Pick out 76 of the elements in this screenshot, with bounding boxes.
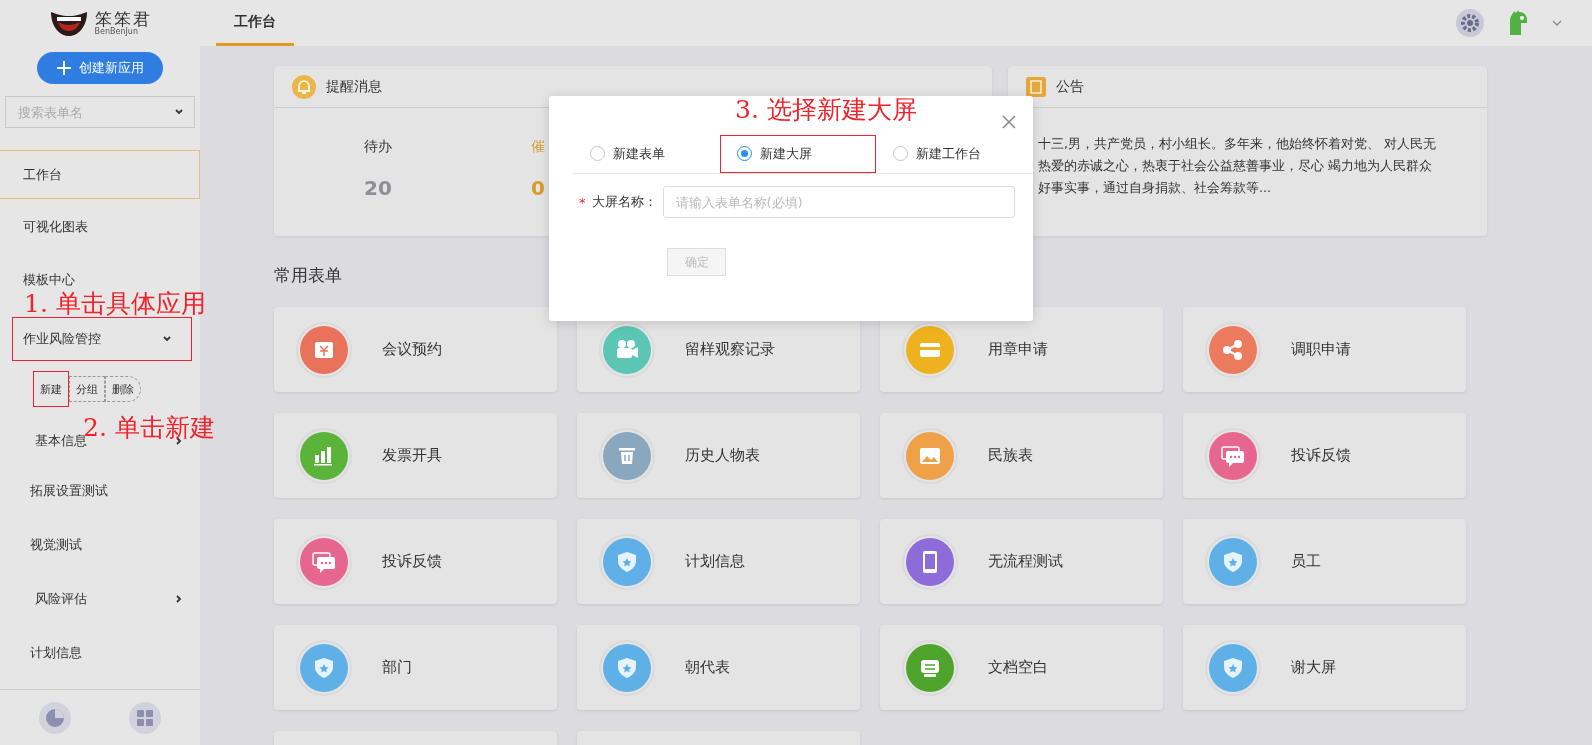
sidebar-item[interactable]: 模板中心: [23, 271, 75, 289]
logo-subtitle: BenBenJun: [94, 27, 139, 36]
caret-down-icon[interactable]: [1552, 19, 1562, 27]
radio-option[interactable]: 新建工作台: [876, 134, 1033, 173]
form-tile[interactable]: 投诉反馈: [1183, 413, 1466, 498]
field-label: 大屏名称：: [591, 193, 657, 211]
tile-label: 朝代表: [685, 658, 730, 677]
tile-label: 发票开具: [382, 446, 442, 465]
grid-icon[interactable]: [129, 701, 161, 734]
form-tile[interactable]: 无流程测试: [880, 519, 1163, 604]
tile-label: 计划信息: [685, 552, 745, 571]
form-tile[interactable]: 员工: [1183, 519, 1466, 604]
settings-icon[interactable]: [1456, 9, 1484, 37]
tile-label: 无流程测试: [988, 552, 1063, 571]
form-tile[interactable]: 部门: [274, 625, 557, 710]
stat-label: 催: [531, 138, 545, 156]
stat-value: 0: [531, 176, 545, 200]
tile-label: 民族表: [988, 446, 1033, 465]
tile-label: 部门: [382, 658, 412, 677]
sidebar-action-button[interactable]: 删除: [105, 376, 141, 402]
announcement-text: 十三,男，共产党员，村小组长。多年来，他始终怀着对党、 对人民无: [1038, 135, 1437, 153]
sidebar-subitem[interactable]: 基本信息: [35, 432, 87, 450]
form-tile[interactable]: 文档空白: [880, 625, 1163, 710]
form-tile[interactable]: 投诉反馈: [274, 519, 557, 604]
sidebar-subitem[interactable]: 计划信息: [30, 644, 82, 662]
stat-label: 待办: [364, 138, 392, 156]
form-tile[interactable]: 调职申请: [1183, 307, 1466, 392]
announcement-text: 好事实事，通过自身捐款、社会筹款等...: [1038, 179, 1272, 197]
sidebar-subitem[interactable]: 拓展设置测试: [30, 482, 108, 500]
workbench-tab[interactable]: 工作台: [216, 0, 294, 46]
tile-label: 用章申请: [988, 340, 1048, 359]
tile-label: 会议预约: [382, 340, 442, 359]
tile-label: 历史人物表: [685, 446, 760, 465]
tile-label: 文档空白: [988, 658, 1048, 677]
required-mark: *: [579, 194, 586, 210]
form-tile[interactable]: 会议预约: [274, 307, 557, 392]
sidebar-action-button[interactable]: 分组: [69, 376, 105, 402]
tile-label: 谢大屏: [1291, 658, 1336, 677]
form-tile[interactable]: 朝代表: [577, 625, 860, 710]
card-title: 公告: [1056, 77, 1084, 96]
search-select[interactable]: 搜索表单名: [5, 96, 195, 128]
tile-label: 投诉反馈: [382, 552, 442, 571]
form-tile[interactable]: 用章申请: [880, 307, 1163, 392]
form-tile[interactable]: 发票开具: [274, 413, 557, 498]
card-title: 提醒消息: [326, 77, 382, 96]
form-tile[interactable]: 历史人物表: [577, 413, 860, 498]
plus-icon: [56, 61, 71, 75]
annotation-text: 1. 单击具体应用: [24, 291, 206, 316]
section-title: 常用表单: [274, 264, 342, 287]
sidebar-subitem[interactable]: 风险评估: [35, 590, 87, 608]
sidebar-action-button[interactable]: 新建: [33, 371, 69, 407]
form-tile[interactable]: 计划信息: [577, 519, 860, 604]
radio-option[interactable]: 新建大屏: [719, 134, 877, 173]
search-field[interactable]: 搜索表单名: [16, 103, 156, 121]
tile-label: 投诉反馈: [1291, 446, 1351, 465]
logo-name: 笨笨君: [94, 10, 152, 28]
form-tile[interactable]: 民族表: [880, 413, 1163, 498]
radio-option[interactable]: 新建表单: [573, 134, 720, 173]
tile-label: 留样观察记录: [685, 340, 775, 359]
pie-chart-icon[interactable]: [39, 701, 71, 734]
tile-label: 调职申请: [1291, 340, 1351, 359]
close-icon: [1001, 114, 1017, 130]
form-tile[interactable]: 谢大屏: [1183, 625, 1466, 710]
sidebar-item[interactable]: 可视化图表: [23, 218, 88, 236]
tile-label: 员工: [1291, 552, 1321, 571]
announcement-text: 热爱的赤诚之心，热衷于社会公益慈善事业，尽心 竭力地为人民群众: [1038, 157, 1433, 175]
sidebar-item[interactable]: 作业风险管控: [15, 320, 189, 358]
sidebar-subitem[interactable]: 视觉测试: [30, 536, 82, 554]
sidebar-item[interactable]: 工作台: [0, 150, 200, 199]
name-input-field[interactable]: 请输入表单名称(必填): [662, 186, 1015, 218]
chevron-down-icon: [174, 107, 184, 117]
create-app-button[interactable]: 创建新应用: [37, 52, 163, 84]
close-button[interactable]: [1001, 114, 1017, 130]
stat-value: 20: [364, 176, 392, 200]
annotation-text: 3. 选择新建大屏: [735, 97, 917, 122]
bell-icon: [292, 74, 316, 99]
